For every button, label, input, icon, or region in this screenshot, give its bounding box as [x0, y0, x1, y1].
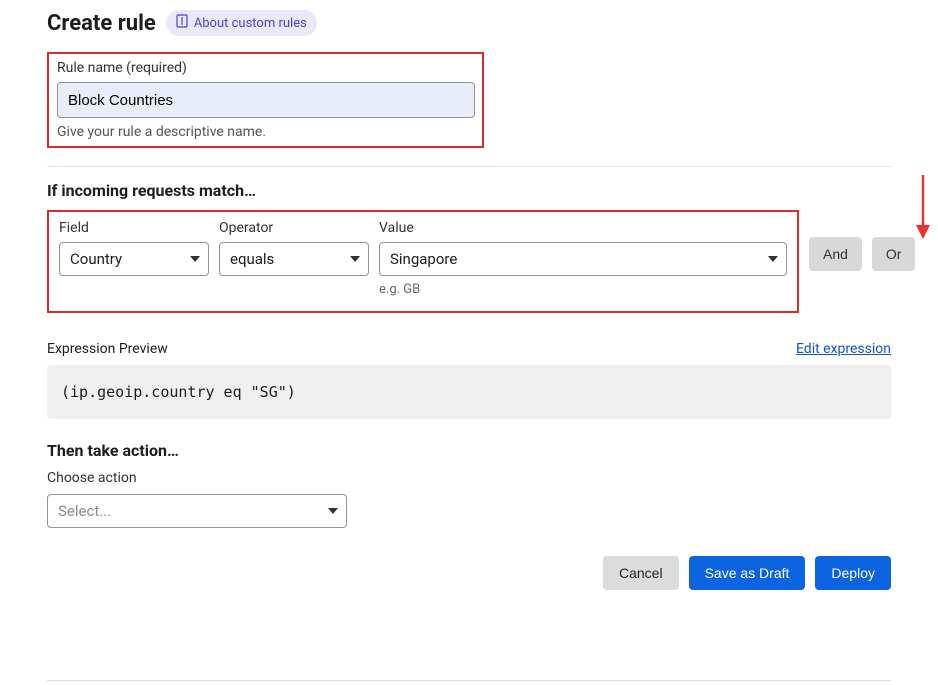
value-hint: e.g. GB [379, 282, 787, 297]
action-select-placeholder: Select... [58, 502, 111, 520]
match-condition-row: Field Country Operator equals Value Sing… [47, 210, 799, 313]
rule-name-hint: Give your rule a descriptive name. [57, 124, 474, 140]
chevron-down-icon [350, 256, 360, 262]
field-label: Field [59, 220, 209, 236]
field-select[interactable]: Country [59, 242, 209, 276]
match-heading: If incoming requests match… [47, 181, 891, 200]
chevron-down-icon [768, 256, 778, 262]
about-custom-rules-label: About custom rules [194, 16, 307, 31]
operator-select-value: equals [230, 250, 274, 268]
book-icon [176, 14, 188, 32]
divider [47, 166, 891, 167]
value-label: Value [379, 220, 787, 236]
rule-name-label: Rule name (required) [57, 60, 474, 76]
about-custom-rules-link[interactable]: About custom rules [166, 10, 317, 36]
or-button[interactable]: Or [872, 237, 916, 271]
operator-select[interactable]: equals [219, 242, 369, 276]
edit-expression-link[interactable]: Edit expression [796, 341, 891, 357]
deploy-button[interactable]: Deploy [815, 556, 891, 590]
value-select[interactable]: Singapore [379, 242, 787, 276]
annotation-arrow-icon [913, 173, 933, 247]
rule-name-section: Rule name (required) Give your rule a de… [47, 52, 484, 148]
action-select[interactable]: Select... [47, 494, 347, 528]
expression-preview-code: (ip.geoip.country eq "SG") [47, 365, 891, 419]
cancel-button[interactable]: Cancel [603, 556, 679, 590]
page-title: Create rule [47, 11, 156, 36]
rule-name-input[interactable] [57, 82, 475, 118]
field-select-value: Country [70, 250, 122, 268]
value-select-value: Singapore [390, 250, 457, 268]
chevron-down-icon [190, 256, 200, 262]
expression-preview-label: Expression Preview [47, 341, 168, 357]
chevron-down-icon [328, 508, 338, 514]
and-button[interactable]: And [809, 237, 862, 271]
choose-action-label: Choose action [47, 470, 891, 486]
operator-label: Operator [219, 220, 369, 236]
save-as-draft-button[interactable]: Save as Draft [689, 556, 806, 590]
page-footer-divider [47, 680, 891, 681]
action-heading: Then take action… [47, 441, 891, 460]
